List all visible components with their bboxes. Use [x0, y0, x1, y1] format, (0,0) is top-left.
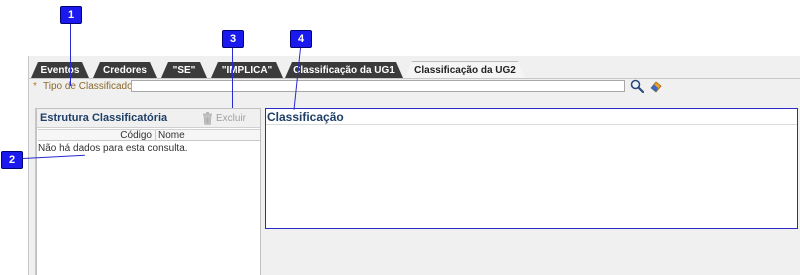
classifier-type-label: Tipo de Classificador: [43, 81, 137, 92]
callout-marker-4: 4: [290, 30, 312, 48]
delete-button[interactable]: Excluir: [202, 111, 246, 125]
panel-title: Estrutura Classificatória: [40, 112, 168, 124]
tab-classificacao-ug1[interactable]: Classificação da UG1: [285, 62, 403, 78]
trash-icon: [203, 111, 212, 125]
callout-leader-1: [70, 24, 71, 86]
tab-bar-divider: [29, 78, 800, 79]
column-header-codigo[interactable]: Código: [38, 130, 156, 141]
tab-implica[interactable]: "IMPLICA": [211, 62, 283, 78]
callout-marker-3: 3: [222, 30, 244, 48]
left-gutter: [29, 108, 36, 275]
classifier-filter-row: * Tipo de Classificador: [32, 79, 800, 94]
required-marker: *: [33, 81, 37, 92]
tab-eventos[interactable]: Eventos: [31, 62, 89, 78]
empty-table-message: Não há dados para esta consulta.: [38, 143, 188, 154]
panel-header: Estrutura Classificatória Excluir: [37, 109, 260, 128]
classification-title: Classificação: [267, 110, 344, 124]
tab-se[interactable]: "SE": [161, 62, 207, 78]
callout-marker-1: 1: [60, 6, 82, 24]
callout-leader-3: [232, 48, 233, 108]
application-window: Eventos Credores "SE" "IMPLICA" Classifi…: [28, 56, 800, 275]
search-icon[interactable]: [630, 79, 644, 93]
tab-bar: Eventos Credores "SE" "IMPLICA" Classifi…: [29, 58, 800, 79]
classification-divider: [266, 124, 797, 125]
table-header: Código Nome: [38, 129, 260, 141]
callout-marker-2: 2: [1, 151, 23, 169]
tab-classificacao-ug2[interactable]: Classificação da UG2: [405, 61, 525, 78]
classifier-type-input[interactable]: [131, 80, 625, 92]
classification-panel: Classificação: [265, 108, 798, 229]
tab-credores[interactable]: Credores: [93, 62, 157, 78]
classification-structure-panel: Estrutura Classificatória Excluir Código…: [36, 108, 261, 275]
delete-button-label: Excluir: [216, 112, 247, 124]
column-header-nome[interactable]: Nome: [156, 130, 185, 141]
eraser-icon[interactable]: [649, 79, 663, 93]
